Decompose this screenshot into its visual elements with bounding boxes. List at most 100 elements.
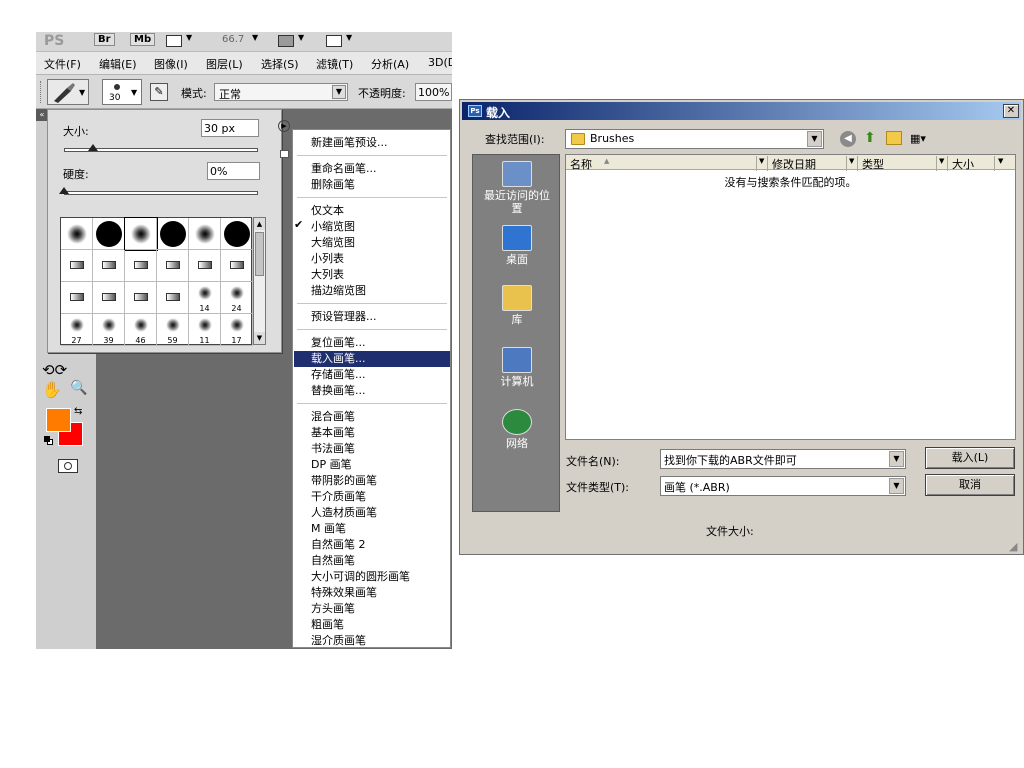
context-menu-item[interactable]: 新建画笔预设... (294, 135, 450, 151)
column-size[interactable]: 大小 (952, 156, 974, 172)
brush-preset-cell[interactable]: 27 (61, 314, 93, 346)
zoom-tool-icon[interactable]: 🔍 (70, 380, 87, 396)
context-menu-item[interactable]: 存储画笔... (294, 367, 450, 383)
brush-preset-cell[interactable]: 14 (189, 282, 221, 314)
menu-layer[interactable]: 图层(L) (206, 56, 243, 72)
context-menu-item[interactable]: 替换画笔... (294, 383, 450, 399)
mode-select[interactable]: 正常 ▼ (214, 83, 348, 101)
brush-preset-cell[interactable] (93, 282, 125, 314)
mini-bridge-button[interactable]: Mb (130, 33, 156, 46)
hardness-slider[interactable] (64, 191, 258, 195)
brush-preset-cell[interactable]: 17 (221, 314, 253, 346)
view-extras-icon[interactable] (166, 35, 182, 47)
size-slider-thumb[interactable] (88, 144, 99, 151)
menu-select[interactable]: 选择(S) (261, 56, 299, 72)
scroll-up-arrow[interactable]: ▲ (254, 218, 265, 230)
column-dropdown-icon[interactable]: ▼ (849, 157, 854, 165)
cancel-button[interactable]: 取消 (925, 474, 1015, 496)
column-modified[interactable]: 修改日期 (772, 156, 816, 172)
place-recent-places[interactable]: 最近访问的位置 (473, 161, 561, 215)
context-menu-item[interactable]: M 画笔 (294, 521, 450, 537)
brush-preset-cell[interactable] (157, 218, 189, 250)
context-menu-item[interactable]: 湿介质画笔 (294, 633, 450, 649)
column-dropdown-icon[interactable]: ▼ (759, 157, 764, 165)
brush-preset-cell[interactable] (157, 282, 189, 314)
resize-grip-icon[interactable]: ◢ (1009, 540, 1017, 553)
chevron-down-icon[interactable]: ▼ (346, 33, 352, 42)
brush-preset-cell[interactable] (189, 218, 221, 250)
chevron-down-icon[interactable]: ▼ (298, 33, 304, 42)
brush-preset-cell[interactable] (93, 250, 125, 282)
arrange-documents-icon[interactable] (278, 35, 294, 47)
rotate-view-tool-icon[interactable]: ⟲⟳ (42, 361, 67, 379)
brush-preset-cell[interactable] (125, 250, 157, 282)
menu-filter[interactable]: 滤镜(T) (316, 56, 353, 72)
brush-preset-cell[interactable] (221, 218, 253, 250)
screen-mode-icon[interactable] (326, 35, 342, 47)
brush-preset-cell[interactable]: 39 (93, 314, 125, 346)
scroll-down-arrow[interactable]: ▼ (254, 332, 265, 344)
brush-preset-cell[interactable] (124, 217, 158, 251)
context-menu-item[interactable]: 大小可调的圆形画笔 (294, 569, 450, 585)
brush-preset-cell[interactable] (221, 250, 253, 282)
zoom-level[interactable]: 66.7 (222, 34, 244, 45)
foreground-color-swatch[interactable] (46, 408, 71, 432)
swap-colors-icon[interactable]: ⇆ (74, 406, 82, 417)
brush-preset-cell[interactable]: 11 (189, 314, 221, 346)
context-menu-item[interactable]: 人造材质画笔 (294, 505, 450, 521)
panel-menu-button[interactable]: ▶ (278, 120, 290, 132)
context-menu-item[interactable]: 自然画笔 2 (294, 537, 450, 553)
menu-file[interactable]: 文件(F) (44, 56, 81, 72)
opacity-field[interactable]: 100% (415, 83, 452, 101)
toggle-brush-panel-icon[interactable]: ✎ (150, 83, 168, 101)
context-menu-item[interactable]: 小列表 (294, 251, 450, 267)
context-menu-item[interactable]: 小缩览图 (294, 219, 450, 235)
context-menu-item[interactable]: 基本画笔 (294, 425, 450, 441)
context-menu-item[interactable]: 大缩览图 (294, 235, 450, 251)
size-field[interactable]: 30 px (201, 119, 259, 137)
filename-input[interactable]: 找到你下载的ABR文件即可 ▼ (660, 449, 906, 469)
brush-preset-cell[interactable] (61, 282, 93, 314)
place-libraries[interactable]: 库 (473, 285, 561, 326)
context-menu-item[interactable]: 特殊效果画笔 (294, 585, 450, 601)
menu-image[interactable]: 图像(I) (154, 56, 188, 72)
bridge-button[interactable]: Br (94, 33, 115, 46)
view-menu-icon[interactable]: ▦▾ (910, 131, 932, 147)
hardness-slider-thumb[interactable] (59, 187, 69, 194)
brush-preset-cell[interactable]: 46 (125, 314, 157, 346)
context-menu-item[interactable]: 描边缩览图 (294, 283, 450, 299)
context-menu-item[interactable]: 书法画笔 (294, 441, 450, 457)
filetype-select[interactable]: 画笔 (*.ABR) ▼ (660, 476, 906, 496)
brush-preset-cell[interactable] (189, 250, 221, 282)
quick-mask-icon[interactable] (58, 459, 78, 473)
brush-preset-cell[interactable] (157, 250, 189, 282)
brush-preset-cell[interactable] (61, 250, 93, 282)
menu-analysis[interactable]: 分析(A) (371, 56, 409, 72)
context-menu-item[interactable]: 干介质画笔 (294, 489, 450, 505)
brush-preset-cell[interactable] (93, 218, 125, 250)
chevron-down-icon[interactable]: ▼ (252, 33, 258, 42)
context-menu-item[interactable]: 自然画笔 (294, 553, 450, 569)
context-menu-item[interactable]: 载入画笔... (294, 351, 450, 367)
brush-preset-cell[interactable] (61, 218, 93, 250)
hand-tool-icon[interactable]: ✋ (42, 380, 62, 399)
scroll-thumb[interactable] (255, 232, 264, 276)
close-icon[interactable]: ✕ (1003, 104, 1019, 118)
context-menu-item[interactable]: 混合画笔 (294, 409, 450, 425)
place-network[interactable]: 网络 (473, 409, 561, 450)
context-menu-item[interactable]: 仅文本 (294, 203, 450, 219)
context-menu-item[interactable]: 预设管理器... (294, 309, 450, 325)
grip-handle[interactable] (40, 81, 43, 103)
file-list[interactable]: 名称 ▲ ▼ 修改日期 ▼ 类型 ▼ 大小 ▼ 没有与搜索条件匹配的项。 (565, 154, 1016, 440)
load-button[interactable]: 载入(L) (925, 447, 1015, 469)
column-name[interactable]: 名称 (570, 156, 592, 172)
hardness-field[interactable]: 0% (207, 162, 260, 180)
column-dropdown-icon[interactable]: ▼ (998, 157, 1003, 165)
column-type[interactable]: 类型 (862, 156, 884, 172)
menu-3d[interactable]: 3D(D (428, 56, 452, 69)
tool-preset-picker[interactable]: ▼ (47, 79, 89, 105)
place-computer[interactable]: 计算机 (473, 347, 561, 388)
place-desktop[interactable]: 桌面 (473, 225, 561, 266)
context-menu-item[interactable]: 大列表 (294, 267, 450, 283)
menu-edit[interactable]: 编辑(E) (99, 56, 137, 72)
